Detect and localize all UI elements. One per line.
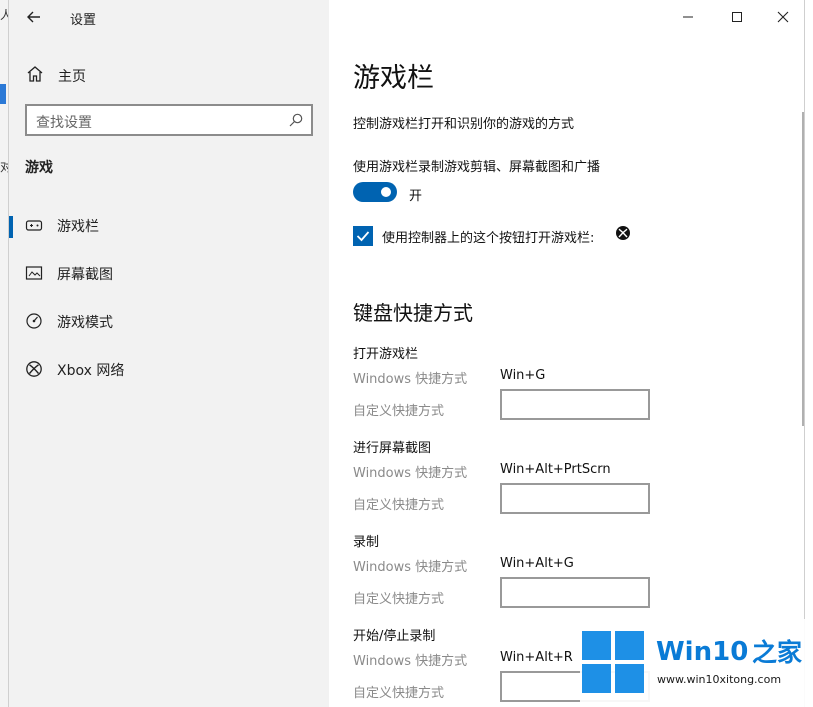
record-toggle-label: 使用游戏栏录制游戏剪辑、屏幕截图和广播 bbox=[353, 160, 601, 175]
back-button[interactable] bbox=[21, 6, 47, 28]
toggle-state-text: 开 bbox=[409, 189, 423, 204]
xbox-button-icon bbox=[616, 226, 630, 240]
keyboard-shortcuts-heading: 键盘快捷方式 bbox=[353, 301, 473, 325]
home-label: 主页 bbox=[58, 69, 86, 85]
shortcut-group-title: 打开游戏栏 bbox=[353, 347, 419, 362]
checkbox-label: 使用控制器上的这个按钮打开游戏栏: bbox=[382, 231, 595, 246]
watermark-url: www.win10xitong.com bbox=[657, 673, 782, 686]
windows-shortcut-value: Win+G bbox=[500, 368, 546, 383]
sidebar-item-label: 游戏模式 bbox=[57, 315, 113, 331]
custom-shortcut-input[interactable] bbox=[500, 483, 650, 514]
xbox-icon bbox=[26, 361, 42, 377]
selection-indicator bbox=[9, 216, 13, 238]
close-icon bbox=[777, 11, 789, 23]
record-toggle[interactable] bbox=[353, 182, 397, 202]
shortcut-group-title: 开始/停止录制 bbox=[353, 629, 436, 644]
custom-shortcut-input[interactable] bbox=[500, 389, 650, 420]
custom-shortcut-label: 自定义快捷方式 bbox=[353, 592, 445, 607]
gamebar-icon bbox=[25, 220, 43, 231]
shortcut-group-title: 进行屏幕截图 bbox=[353, 441, 432, 456]
search-input[interactable]: 查找设置 bbox=[25, 104, 313, 136]
sidebar-item-xbox-network[interactable]: Xbox 网络 bbox=[9, 350, 329, 390]
search-placeholder: 查找设置 bbox=[36, 115, 92, 131]
custom-shortcut-label: 自定义快捷方式 bbox=[353, 686, 445, 701]
sidebar-item-gamebar[interactable]: 游戏栏 bbox=[9, 206, 329, 246]
minimize-button[interactable] bbox=[674, 6, 702, 28]
maximize-button[interactable] bbox=[723, 6, 751, 28]
main-content: 游戏栏 控制游戏栏打开和识别你的游戏的方式 使用游戏栏录制游戏剪辑、屏幕截图和广… bbox=[329, 0, 804, 707]
gamemode-icon bbox=[26, 313, 42, 329]
minimize-icon bbox=[683, 16, 693, 18]
sidebar-item-label: 游戏栏 bbox=[57, 219, 99, 235]
custom-shortcut-label: 自定义快捷方式 bbox=[353, 404, 445, 419]
shortcut-group-title: 录制 bbox=[353, 535, 380, 550]
page-title: 游戏栏 bbox=[353, 63, 434, 94]
home-icon bbox=[27, 66, 43, 82]
watermark-brand-suffix: 之家 bbox=[752, 638, 803, 667]
controller-button-checkbox[interactable] bbox=[353, 226, 373, 246]
windows-shortcut-label: Windows 快捷方式 bbox=[353, 560, 468, 575]
settings-window: 设置 主页 查找设置 游戏 游戏栏 屏幕截图 游戏模式 Xbox 网络 游戏栏 … bbox=[8, 0, 805, 707]
scrollbar[interactable] bbox=[802, 112, 804, 426]
sidebar-item-screenshots[interactable]: 屏幕截图 bbox=[9, 254, 329, 294]
custom-shortcut-label: 自定义快捷方式 bbox=[353, 498, 445, 513]
sidebar-item-label: Xbox 网络 bbox=[57, 363, 125, 379]
watermark: Win10 之家 www.win10xitong.com bbox=[580, 619, 813, 707]
category-heading: 游戏 bbox=[25, 160, 53, 176]
windows-shortcut-value: Win+Alt+R bbox=[500, 650, 573, 665]
sidebar-item-label: 屏幕截图 bbox=[57, 267, 113, 283]
home-nav-item[interactable]: 主页 bbox=[25, 64, 315, 86]
search-icon bbox=[289, 113, 303, 127]
sidebar: 设置 主页 查找设置 游戏 游戏栏 屏幕截图 游戏模式 Xbox 网络 bbox=[9, 0, 329, 707]
windows-shortcut-label: Windows 快捷方式 bbox=[353, 654, 468, 669]
custom-shortcut-input[interactable] bbox=[500, 577, 650, 608]
windows-shortcut-label: Windows 快捷方式 bbox=[353, 466, 468, 481]
window-title: 设置 bbox=[70, 13, 97, 28]
windows-shortcut-value: Win+Alt+G bbox=[500, 556, 574, 571]
windows-shortcut-value: Win+Alt+PrtScrn bbox=[500, 462, 611, 477]
maximize-icon bbox=[732, 12, 742, 22]
sidebar-item-gamemode[interactable]: 游戏模式 bbox=[9, 302, 329, 342]
close-button[interactable] bbox=[769, 6, 797, 28]
background-blue-tab bbox=[0, 84, 6, 104]
toggle-knob bbox=[381, 187, 391, 197]
screenshot-icon bbox=[25, 266, 43, 280]
windows-logo-icon bbox=[582, 631, 644, 693]
checkmark-icon bbox=[356, 231, 370, 242]
back-arrow-icon bbox=[27, 11, 40, 23]
watermark-brand: Win10 bbox=[656, 637, 749, 667]
page-description: 控制游戏栏打开和识别你的游戏的方式 bbox=[353, 117, 575, 132]
windows-shortcut-label: Windows 快捷方式 bbox=[353, 372, 468, 387]
title-bar: 设置 bbox=[9, 0, 329, 36]
